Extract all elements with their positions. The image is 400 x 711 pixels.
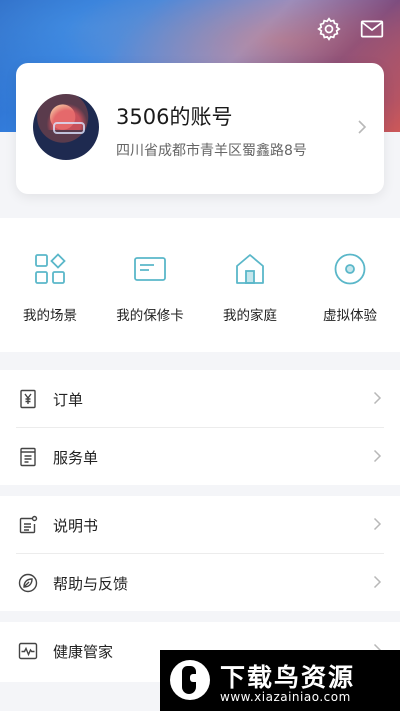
chevron-right-icon xyxy=(373,391,382,405)
menu-item-orders[interactable]: 订单 xyxy=(16,370,384,428)
home-icon xyxy=(236,254,264,284)
shortcut-virtual-experience[interactable]: 虚拟体验 xyxy=(300,218,400,352)
manual-icon xyxy=(19,515,38,534)
chevron-right-icon xyxy=(373,517,382,531)
chevron-right-icon xyxy=(373,575,382,589)
settings-gear-icon[interactable] xyxy=(316,16,342,42)
menu-item-label: 帮助与反馈 xyxy=(53,575,129,593)
shortcut-label: 虚拟体验 xyxy=(323,308,377,324)
scene-grid-icon xyxy=(35,253,66,284)
health-pulse-icon xyxy=(18,642,38,660)
shortcut-label: 我的保修卡 xyxy=(116,308,184,324)
avatar[interactable] xyxy=(33,94,99,160)
warranty-card-icon xyxy=(134,257,166,281)
shortcut-label: 我的家庭 xyxy=(223,308,277,324)
chevron-right-icon xyxy=(358,120,367,134)
shortcut-warranty-card[interactable]: 我的保修卡 xyxy=(100,218,200,352)
mail-icon[interactable] xyxy=(359,16,385,42)
menu-item-manual[interactable]: 说明书 xyxy=(16,496,384,554)
menu-item-label: 订单 xyxy=(53,391,84,409)
profile-card[interactable]: 3506的账号 四川省成都市青羊区蜀鑫路8号 xyxy=(16,63,384,194)
account-name: 3506的账号 xyxy=(116,105,233,129)
service-list-icon xyxy=(20,447,36,467)
bird-logo-icon xyxy=(170,660,210,700)
account-address: 四川省成都市青羊区蜀鑫路8号 xyxy=(116,143,307,159)
menu-group-orders: 订单 服务单 xyxy=(0,370,400,485)
menu-item-service-orders[interactable]: 服务单 xyxy=(16,428,384,485)
shortcut-label: 我的场景 xyxy=(23,308,77,324)
shortcut-my-scenes[interactable]: 我的场景 xyxy=(0,218,100,352)
menu-item-label: 服务单 xyxy=(53,449,99,467)
watermark-title: 下载鸟资源 xyxy=(220,663,356,692)
help-leaf-icon xyxy=(18,573,38,593)
menu-group-support: 说明书 帮助与反馈 xyxy=(0,496,400,611)
order-yen-icon xyxy=(20,389,36,409)
menu-item-help-feedback[interactable]: 帮助与反馈 xyxy=(16,554,384,611)
menu-item-label: 健康管家 xyxy=(53,643,114,661)
menu-item-label: 说明书 xyxy=(53,517,99,535)
chevron-right-icon xyxy=(373,449,382,463)
shortcut-bar: 我的场景 我的保修卡 我的家庭 虚拟体验 xyxy=(0,218,400,352)
watermark-url: www.xiazainiao.com xyxy=(220,690,351,704)
watermark-banner: 下载鸟资源 www.xiazainiao.com xyxy=(160,650,400,711)
shortcut-my-home[interactable]: 我的家庭 xyxy=(200,218,300,352)
virtual-disc-icon xyxy=(334,253,366,285)
